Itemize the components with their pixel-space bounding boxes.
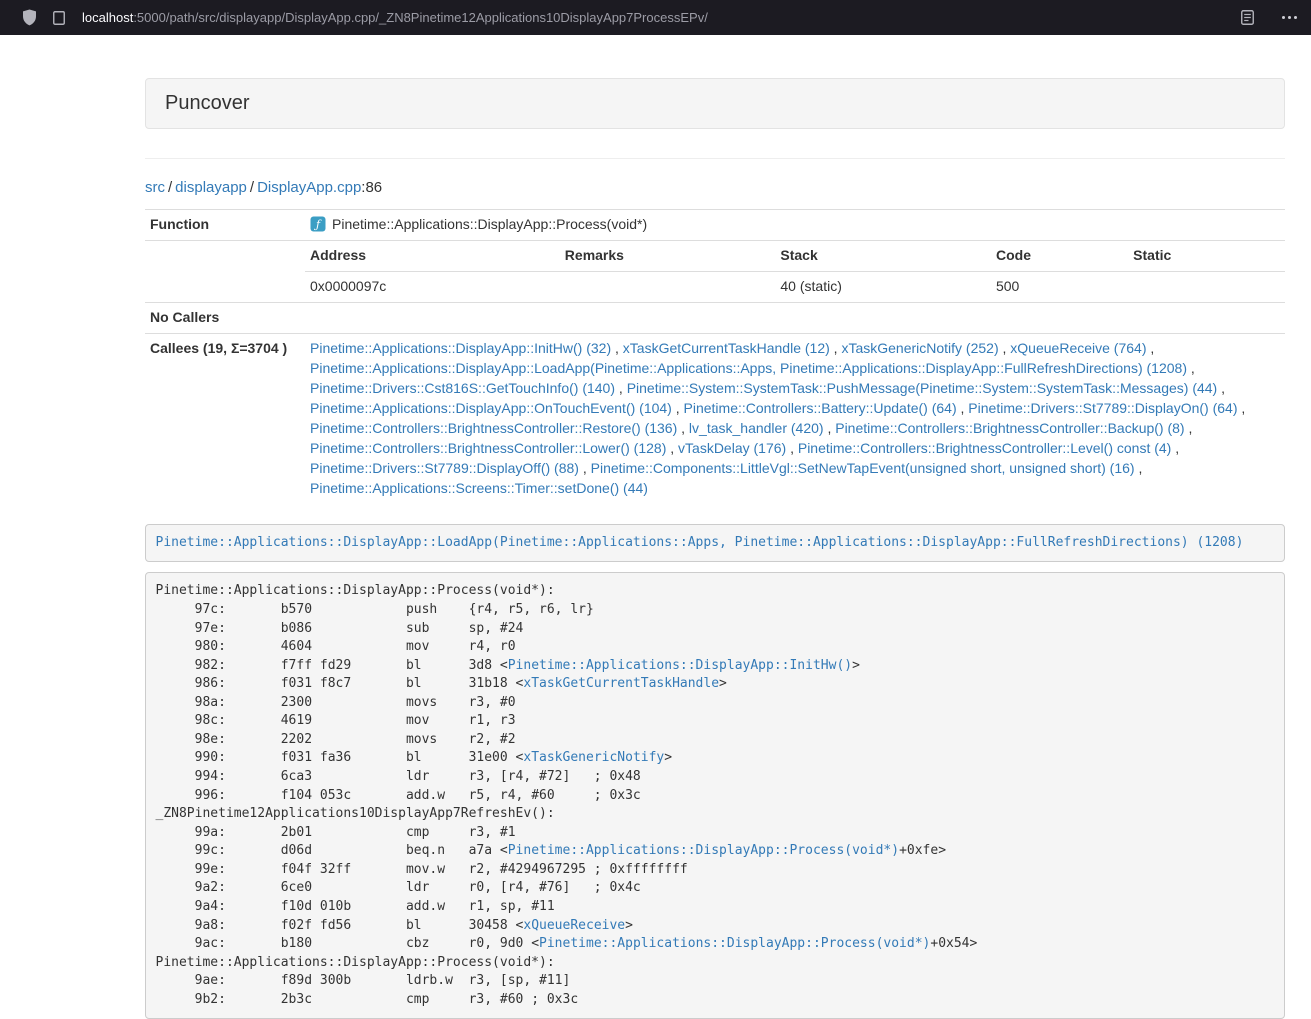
callee-link[interactable]: Pinetime::Controllers::BrightnessControl… [310, 440, 666, 456]
function-icon: ƒ [310, 216, 326, 232]
breadcrumb-link-src[interactable]: src [145, 179, 165, 196]
shield-icon [22, 9, 37, 26]
disasm-symbol-link[interactable]: xTaskGenericNotify [523, 750, 664, 765]
callee-link[interactable]: Pinetime::Drivers::St7789::DisplayOn() (… [968, 400, 1237, 416]
function-name-cell: ƒ Pinetime::Applications::DisplayApp::Pro… [305, 210, 1285, 241]
app-title: Puncover [165, 92, 250, 114]
stats-header-code: Code [991, 241, 1128, 271]
callee-link[interactable]: Pinetime::Controllers::BrightnessControl… [310, 420, 677, 436]
breadcrumb-link-displayapp[interactable]: displayapp [175, 179, 247, 196]
url-host: localhost [82, 10, 133, 25]
breadcrumb-separator: / [250, 179, 254, 196]
url-bar[interactable]: localhost:5000/path/src/displayapp/Displ… [53, 10, 708, 25]
browser-toolbar: localhost:5000/path/src/displayapp/Displ… [0, 0, 1311, 35]
highlight-symbol-pre: Pinetime::Applications::DisplayApp::Load… [145, 524, 1285, 563]
callee-link[interactable]: xTaskGetCurrentTaskHandle (12) [623, 340, 830, 356]
stats-cell: Address Remarks Stack Code Static 0x0000… [305, 240, 1285, 302]
callee-link[interactable]: Pinetime::Applications::DisplayApp::Load… [310, 360, 1187, 376]
url-text: localhost:5000/path/src/displayapp/Displ… [82, 10, 708, 25]
callee-link[interactable]: Pinetime::Drivers::St7789::DisplayOff() … [310, 460, 579, 476]
reader-view-button[interactable] [1241, 10, 1254, 25]
meatball-menu-icon [1280, 12, 1299, 23]
callee-link[interactable]: xQueueReceive (764) [1010, 340, 1146, 356]
stats-header-static: Static [1128, 241, 1285, 271]
disasm-symbol-link[interactable]: xTaskGetCurrentTaskHandle [523, 676, 719, 691]
reader-view-icon [1241, 10, 1254, 25]
callee-link[interactable]: Pinetime::Applications::Screens::Timer::… [310, 480, 648, 496]
disasm-symbol-link[interactable]: Pinetime::Applications::DisplayApp::Proc… [539, 936, 930, 951]
page-info-icon [53, 11, 65, 25]
callee-link[interactable]: Pinetime::Controllers::Battery::Update()… [684, 400, 957, 416]
tracking-protection-shield-button[interactable] [22, 9, 37, 26]
callee-link[interactable]: Pinetime::Applications::DisplayApp::Init… [310, 340, 611, 356]
page-actions-menu-button[interactable] [1280, 12, 1299, 23]
breadcrumb-separator: / [168, 179, 172, 196]
stats-value-row: 0x0000097c 40 (static) 500 [305, 271, 1285, 301]
disasm-symbol-link[interactable]: Pinetime::Applications::DisplayApp::Proc… [508, 843, 899, 858]
callee-link[interactable]: Pinetime::Components::LittleVgl::SetNewT… [591, 460, 1135, 476]
breadcrumb: src/displayapp/DisplayApp.cpp:86 [145, 179, 1285, 196]
disasm-symbol-link[interactable]: Pinetime::Applications::DisplayApp::Init… [508, 658, 852, 673]
stats-row-label [145, 240, 305, 302]
stats-row: Address Remarks Stack Code Static 0x0000… [145, 240, 1285, 302]
breadcrumb-line-number: :86 [361, 179, 382, 196]
breadcrumb-link-file[interactable]: DisplayApp.cpp [257, 179, 361, 196]
stats-remarks [560, 271, 776, 301]
stats-address: 0x0000097c [305, 271, 560, 301]
page-content: Puncover src/displayapp/DisplayApp.cpp:8… [145, 78, 1285, 1019]
stats-stack: 40 (static) [775, 271, 991, 301]
stats-table: Address Remarks Stack Code Static 0x0000… [305, 241, 1285, 302]
callees-row: Callees (19, Σ=3704 ) Pinetime::Applicat… [145, 333, 1285, 503]
function-name: Pinetime::Applications::DisplayApp::Proc… [332, 216, 647, 232]
disasm-symbol-link[interactable]: xQueueReceive [523, 918, 625, 933]
callee-link[interactable]: Pinetime::Applications::DisplayApp::OnTo… [310, 400, 672, 416]
stats-header-address: Address [305, 241, 560, 271]
highlight-symbol-link[interactable]: Pinetime::Applications::DisplayApp::Load… [156, 535, 1244, 550]
stats-header-row: Address Remarks Stack Code Static [305, 241, 1285, 271]
callees-list: Pinetime::Applications::DisplayApp::Init… [305, 333, 1285, 503]
function-row: Function ƒ Pinetime::Applications::Displa… [145, 210, 1285, 241]
callees-label: Callees (19, Σ=3704 ) [145, 333, 305, 503]
url-path: :5000/path/src/displayapp/DisplayApp.cpp… [133, 10, 708, 25]
app-title-box: Puncover [145, 78, 1285, 129]
no-callers-row: No Callers [145, 302, 1285, 333]
disassembly-pre: Pinetime::Applications::DisplayApp::Proc… [145, 572, 1285, 1019]
stats-static [1128, 271, 1285, 301]
stats-header-remarks: Remarks [560, 241, 776, 271]
no-callers-cell [305, 302, 1285, 333]
no-callers-label: No Callers [145, 302, 305, 333]
callee-link[interactable]: Pinetime::Controllers::BrightnessControl… [798, 440, 1171, 456]
callee-link[interactable]: Pinetime::Controllers::BrightnessControl… [835, 420, 1184, 436]
callee-link[interactable]: Pinetime::System::SystemTask::PushMessag… [627, 380, 1218, 396]
callee-link[interactable]: lv_task_handler (420) [689, 420, 824, 436]
header-divider [145, 158, 1285, 159]
stats-header-stack: Stack [775, 241, 991, 271]
stats-code: 500 [991, 271, 1128, 301]
callee-link[interactable]: vTaskDelay (176) [678, 440, 786, 456]
function-table: Function ƒPinetime::Applications::Displa… [145, 209, 1285, 504]
callee-link[interactable]: Pinetime::Drivers::Cst816S::GetTouchInfo… [310, 380, 615, 396]
function-label: Function [145, 210, 305, 241]
callee-link[interactable]: xTaskGenericNotify (252) [841, 340, 998, 356]
